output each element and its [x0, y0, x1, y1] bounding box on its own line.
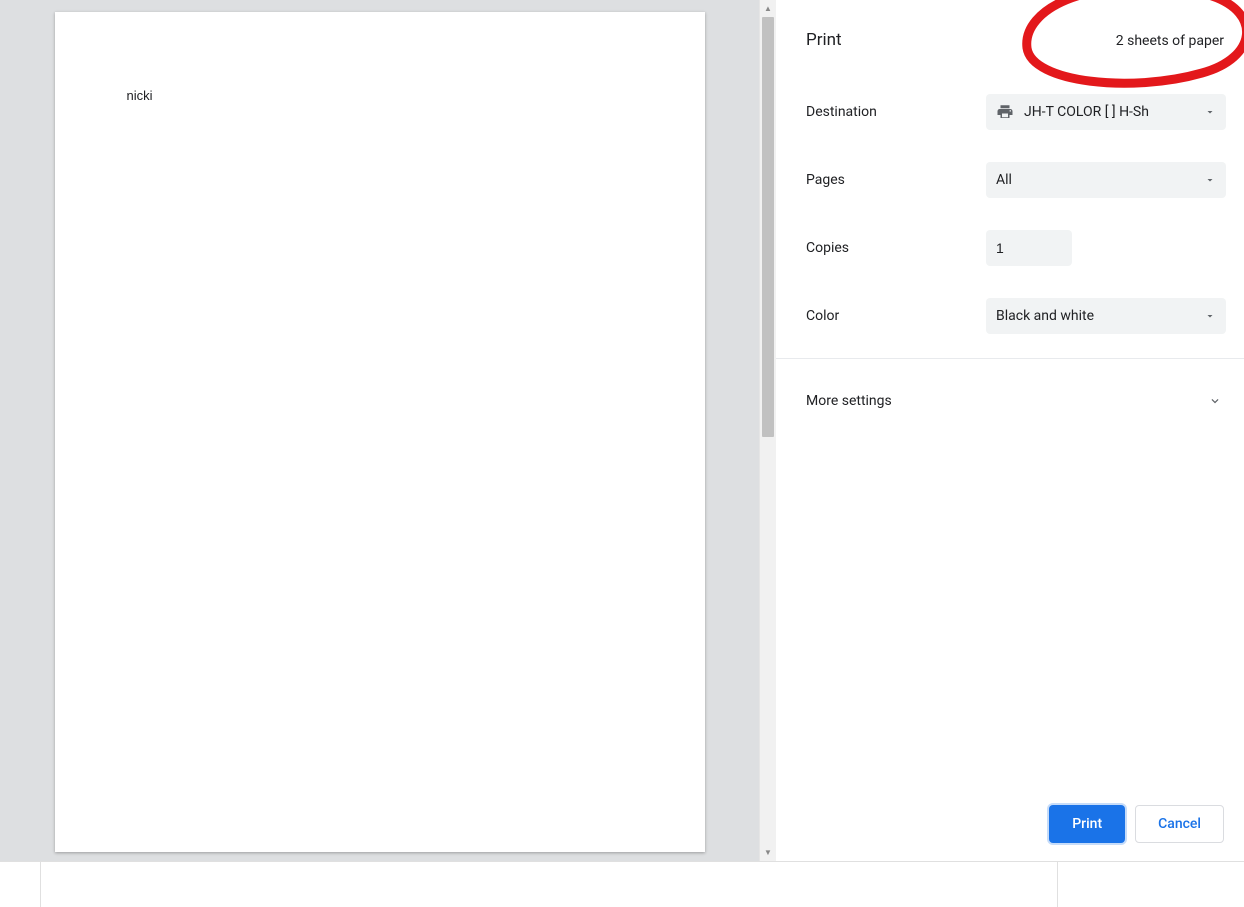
color-select[interactable]: Black and white: [986, 298, 1226, 334]
copies-input[interactable]: [986, 230, 1072, 266]
color-row: Color Black and white: [806, 282, 1244, 350]
settings-divider: [776, 358, 1244, 359]
cancel-button[interactable]: Cancel: [1135, 805, 1224, 843]
underlying-document: [40, 862, 1058, 907]
copies-label: Copies: [806, 240, 986, 256]
sheet-count-summary: 2 sheets of paper: [1116, 33, 1224, 49]
settings-header: Print 2 sheets of paper: [776, 0, 1244, 78]
preview-viewport[interactable]: nicki: [0, 0, 759, 861]
destination-label: Destination: [806, 104, 986, 120]
preview-scrollbar[interactable]: ▲ ▼: [759, 0, 776, 861]
print-preview-pane: nicki ▲ ▼: [0, 0, 776, 861]
print-dialog: nicki ▲ ▼ Print 2 sheets of paper Destin…: [0, 0, 1244, 862]
chevron-down-icon: [1208, 394, 1222, 408]
printer-icon: [996, 103, 1014, 121]
preview-page-1: nicki: [55, 12, 705, 852]
scrollbar-thumb[interactable]: [762, 17, 774, 437]
preview-page-text: nicki: [127, 88, 153, 103]
underlying-page: [0, 862, 1244, 907]
pages-select[interactable]: All: [986, 162, 1226, 198]
scrollbar-down-icon[interactable]: ▼: [760, 844, 777, 861]
settings-body: Destination JH-T COLOR [ ] H-Sh Pages Al…: [776, 78, 1244, 350]
chevron-down-icon: [1204, 106, 1216, 118]
destination-row: Destination JH-T COLOR [ ] H-Sh: [806, 78, 1244, 146]
pages-value: All: [996, 172, 1194, 188]
pages-row: Pages All: [806, 146, 1244, 214]
print-settings-pane: Print 2 sheets of paper Destination JH-T…: [776, 0, 1244, 861]
dialog-footer: Print Cancel: [776, 805, 1244, 861]
copies-row: Copies: [806, 214, 1244, 282]
more-settings-toggle[interactable]: More settings: [776, 373, 1244, 429]
print-button[interactable]: Print: [1049, 805, 1125, 843]
more-settings-label: More settings: [806, 393, 892, 409]
scrollbar-track[interactable]: [760, 17, 777, 844]
destination-value: JH-T COLOR [ ] H-Sh: [1024, 104, 1194, 120]
chevron-down-icon: [1204, 310, 1216, 322]
chevron-down-icon: [1204, 174, 1216, 186]
scrollbar-up-icon[interactable]: ▲: [760, 0, 777, 17]
dialog-title: Print: [806, 30, 842, 50]
color-value: Black and white: [996, 308, 1194, 324]
destination-select[interactable]: JH-T COLOR [ ] H-Sh: [986, 94, 1226, 130]
color-label: Color: [806, 308, 986, 324]
pages-label: Pages: [806, 172, 986, 188]
